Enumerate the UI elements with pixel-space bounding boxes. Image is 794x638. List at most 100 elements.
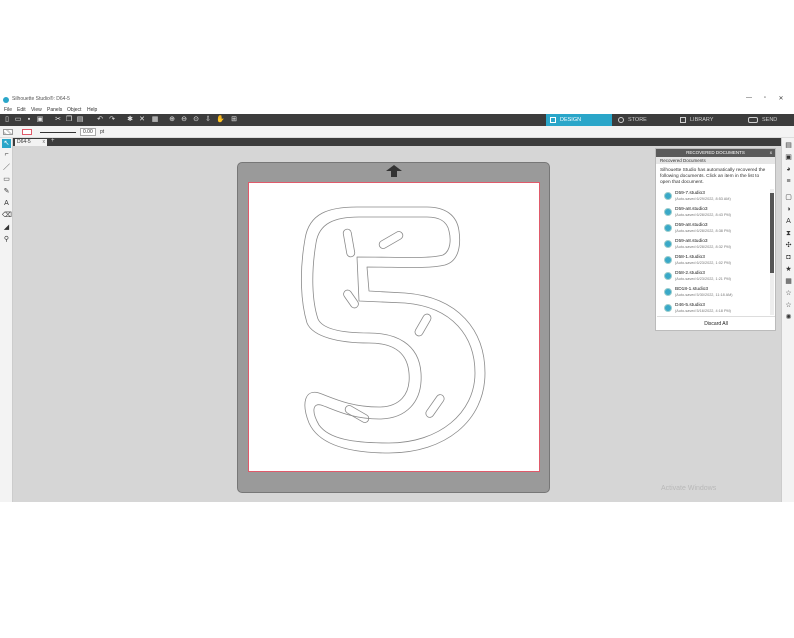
tab-send[interactable]: SEND [742,114,794,126]
main-toolbar: ▯ ▭ ▪ ▣ ✂ ❐ ▤ ↶ ↷ ✱ ✕ ▦ ⊕ ⊖ ⊙ ⇩ ✋ ⊞ DESI… [0,114,794,126]
item-name: D46-5.studio3 [675,303,705,308]
favorite-icon[interactable]: ☆ [784,301,793,310]
list-item[interactable]: D58-2.studio3 (Auto-saved 6/23/2022, 1:21… [662,269,767,284]
paste-icon[interactable]: ▤ [76,116,84,124]
panel-close-icon[interactable]: x [770,149,772,157]
text-style-icon[interactable]: A [784,217,793,226]
menu-edit[interactable]: Edit [17,107,26,113]
zoom-drag-icon[interactable]: ⇩ [204,116,212,124]
fit-to-page-icon[interactable]: ⊞ [230,116,238,124]
studio-file-icon [664,304,672,312]
menu-view[interactable]: View [31,107,42,113]
transform-icon[interactable]: ▢ [784,193,793,202]
list-item[interactable]: D59-a8.studio3 (Auto-saved 6/28/2022, 8:3… [662,237,767,252]
tab-library[interactable]: LIBRARY [676,114,736,126]
pen-tool-icon[interactable]: ✎ [2,187,11,196]
fill-color-swatch[interactable] [3,129,13,135]
item-name: D59-a8.studio3 [675,207,708,212]
text-tool-icon[interactable]: A [2,199,11,208]
minimize-button[interactable]: — [742,95,756,101]
list-scrollbar[interactable] [770,189,774,315]
item-name: D58-2.studio3 [675,271,705,276]
undo-icon[interactable]: ↶ [96,116,104,124]
tab-design[interactable]: DESIGN [546,114,612,126]
menu-object[interactable]: Object [67,107,81,113]
copy-icon[interactable]: ❐ [65,116,73,124]
redo-icon[interactable]: ↷ [108,116,116,124]
line-style-icon[interactable]: ≡ [784,177,793,186]
list-item[interactable]: BD18-1.studio3 (Auto-saved 5/30/2022, 11:… [662,285,767,300]
studio-file-icon [664,208,672,216]
knife-tool-icon[interactable]: ◢ [2,223,11,232]
new-document-icon[interactable]: ▯ [3,116,11,124]
open-folder-icon[interactable]: ▭ [14,116,22,124]
zoom-select-icon[interactable]: ⊙ [192,116,200,124]
pan-hand-icon[interactable]: ✋ [216,116,225,124]
sketch-icon[interactable]: ✺ [784,313,793,322]
select-tool-icon[interactable]: ↖ [2,139,11,148]
zoom-out-icon[interactable]: ⊖ [180,116,188,124]
group-icon[interactable]: ▦ [151,116,159,124]
menu-panels[interactable]: Panels [47,107,62,113]
item-saved-time: (Auto-saved 6/29/2022, 8:53 AM) [675,197,731,201]
document-tab[interactable]: D64-5 x [15,139,47,146]
list-item[interactable]: D59-a8.studio3 (Auto-saved 6/28/2022, 8:4… [662,205,767,220]
maximize-button[interactable]: ▫ [758,95,772,101]
studio-file-icon [664,240,672,248]
list-item[interactable]: D59-a8.studio3 (Auto-saved 6/28/2022, 8:3… [662,221,767,236]
modify-icon[interactable]: ◘ [784,253,793,262]
rectangle-tool-icon[interactable]: ▭ [2,175,11,184]
feed-direction-arrow-icon [386,165,402,177]
line-width-input[interactable]: 0.00 [80,128,96,136]
point-edit-tool-icon[interactable]: ⌐ [2,150,11,159]
tab-store[interactable]: STORE [614,114,672,126]
app-logo-icon [3,97,9,103]
document-tab-label: D64-5 [17,139,31,145]
scrollbar-thumb[interactable] [770,193,774,273]
select-all-icon[interactable]: ✱ [126,116,134,124]
eraser-tool-icon[interactable]: ⌫ [2,211,12,220]
save-icon[interactable]: ▪ [25,116,33,124]
design-store-icon[interactable]: ▣ [784,153,793,162]
trace-icon[interactable]: ▦ [784,277,793,286]
line-style-selector[interactable] [40,132,76,133]
line-width-unit: pt [100,129,105,135]
fill-icon[interactable]: ◕ [784,165,793,174]
replicate-icon[interactable]: ✣ [784,241,793,250]
number-five-design[interactable] [249,183,539,471]
align-icon[interactable]: ⧗ [784,229,793,238]
list-item[interactable]: D46-5.studio3 (Auto-saved 5/16/2022, 4:18… [662,301,767,316]
list-item[interactable]: D58-1.studio3 (Auto-saved 6/23/2022, 1:02… [662,253,767,268]
left-toolbar: ↖ ⌐ ／ ▭ ✎ A ⌫ ◢ ⚲ [0,138,13,502]
close-button[interactable]: ✕ [774,95,788,102]
deselect-icon[interactable]: ✕ [138,116,146,124]
page-setup-icon[interactable]: ▤ [784,141,793,150]
print-icon[interactable]: ▣ [36,116,44,124]
studio-file-icon [664,288,672,296]
eyedropper-tool-icon[interactable]: ⚲ [2,235,11,244]
menu-help[interactable]: Help [87,107,97,113]
offset-icon[interactable]: ★ [784,265,793,274]
item-name: D58-1.studio3 [675,255,705,260]
cut-icon[interactable]: ✂ [54,116,62,124]
star-shape-icon[interactable]: ☆ [784,289,793,298]
studio-file-icon [664,224,672,232]
line-color-swatch[interactable] [22,129,32,135]
library-icon [680,117,686,123]
discard-all-button[interactable]: Discard All [657,316,775,330]
line-tool-icon[interactable]: ／ [2,163,11,172]
add-tab-button[interactable]: + [51,138,55,144]
recovered-list: D59-7.studio3 (Auto-saved 6/29/2022, 8:53… [660,189,774,316]
item-saved-time: (Auto-saved 6/23/2022, 1:02 PM) [675,261,731,265]
item-saved-time: (Auto-saved 6/28/2022, 8:32 PM) [675,245,731,249]
send-icon [748,117,758,123]
shading-icon[interactable]: ◑ [784,205,793,214]
panel-subheader: Recovered Documents [656,157,775,164]
workspace-tabs: DESIGN STORE LIBRARY SEND [546,114,794,126]
menu-file[interactable]: File [4,107,12,113]
item-saved-time: (Auto-saved 5/30/2022, 11:18 AM) [675,293,733,297]
menu-bar: File Edit View Panels Object Help [0,106,794,114]
close-tab-icon[interactable]: x [43,139,46,146]
list-item[interactable]: D59-7.studio3 (Auto-saved 6/29/2022, 8:53… [662,189,767,204]
zoom-in-icon[interactable]: ⊕ [168,116,176,124]
